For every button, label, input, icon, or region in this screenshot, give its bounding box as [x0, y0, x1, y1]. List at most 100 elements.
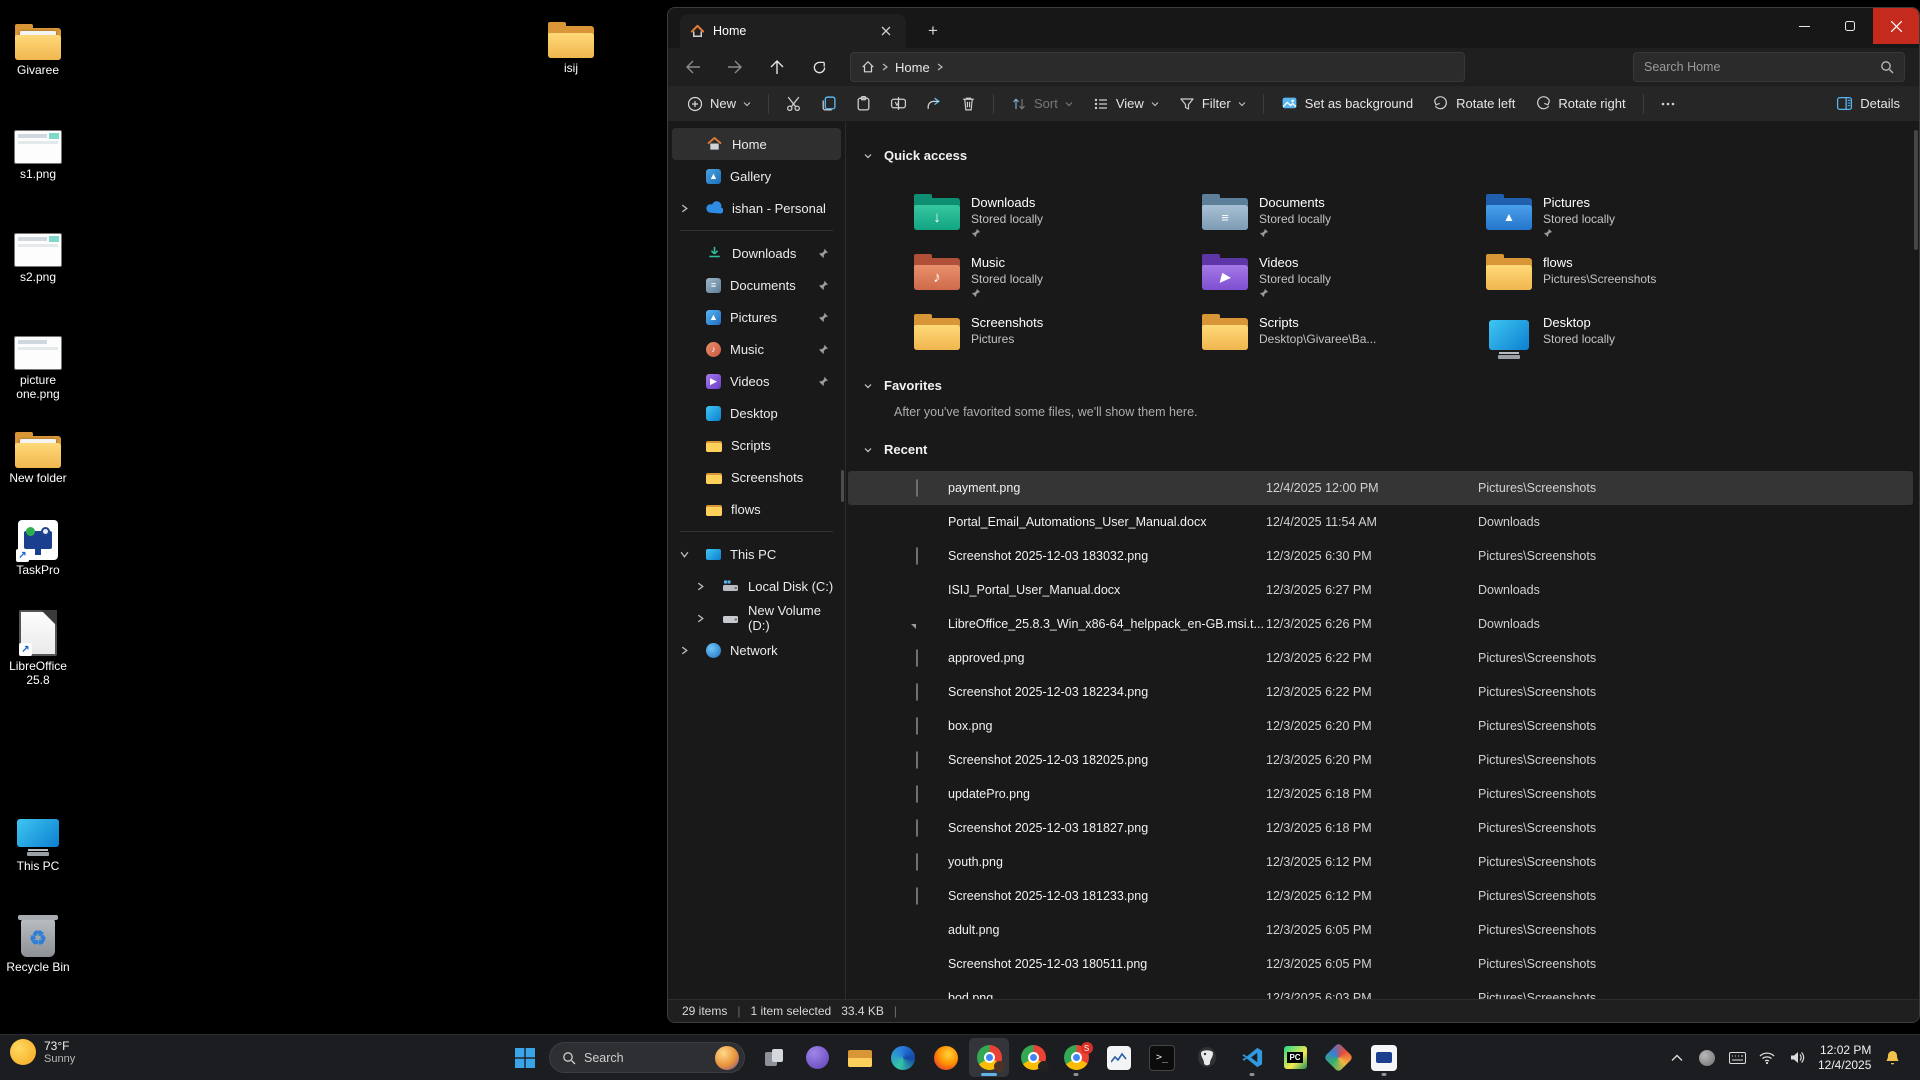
quick-access-card-videos[interactable]: ▶ VideosStored locally [1196, 252, 1468, 304]
desktop-icon-s2[interactable]: s2.png [0, 223, 76, 284]
sidebar-item-onedrive[interactable]: ishan - Personal [672, 192, 841, 224]
taskbar-app-task-manager[interactable] [1099, 1038, 1139, 1077]
file-row[interactable]: youth.png12/3/2025 6:12 PMPictures\Scree… [848, 845, 1913, 879]
maximize-button[interactable] [1827, 8, 1873, 44]
taskbar-app-terminal[interactable]: >_ [1142, 1038, 1182, 1077]
file-row[interactable]: bod.png12/3/2025 6:03 PMPictures\Screens… [848, 981, 1913, 1000]
chevron-down-icon[interactable] [864, 382, 872, 390]
new-tab-button[interactable]: + [920, 18, 946, 44]
file-row[interactable]: updatePro.png12/3/2025 6:18 PMPictures\S… [848, 777, 1913, 811]
rotate-left-button[interactable]: Rotate left [1424, 90, 1524, 118]
sidebar-item-this-pc[interactable]: This PC [672, 538, 841, 570]
file-row[interactable]: Screenshot 2025-12-03 183032.png12/3/202… [848, 539, 1913, 573]
more-options-button[interactable] [1652, 90, 1684, 118]
taskbar-app-chrome-1[interactable] [969, 1038, 1009, 1077]
expand-chevron-icon[interactable] [680, 646, 689, 655]
taskbar-app-file-explorer[interactable] [840, 1038, 880, 1077]
volume-icon[interactable] [1782, 1040, 1812, 1076]
file-row[interactable]: Screenshot 2025-12-03 182025.png12/3/202… [848, 743, 1913, 777]
taskbar-app-vscode[interactable] [1232, 1038, 1272, 1077]
quick-access-card-scripts[interactable]: ScriptsDesktop\Givaree\Ba... [1196, 312, 1468, 364]
details-pane-button[interactable]: Details [1827, 90, 1909, 118]
taskbar-clock[interactable]: 12:02 PM 12/4/2025 [1812, 1043, 1877, 1073]
cut-button[interactable] [777, 90, 810, 118]
sidebar-item-music[interactable]: ♪ Music [672, 333, 841, 365]
desktop-icon-new-folder[interactable]: New folder [0, 424, 76, 485]
sort-button[interactable]: Sort [1002, 90, 1082, 118]
quick-access-card-flows[interactable]: flowsPictures\Screenshots [1480, 252, 1752, 304]
taskbar-search[interactable]: Search [549, 1042, 745, 1073]
desktop-icon-this-pc[interactable]: This PC [0, 812, 76, 873]
notification-bell-icon[interactable] [1877, 1040, 1907, 1076]
desktop-icon-recycle-bin[interactable]: ♻ Recycle Bin [0, 913, 76, 974]
paste-button[interactable] [847, 90, 880, 118]
search-box[interactable]: Search Home [1633, 52, 1905, 82]
taskbar-app-taskpro[interactable] [1364, 1038, 1404, 1077]
quick-access-card-pictures[interactable]: ▲ PicturesStored locally [1480, 192, 1752, 244]
sidebar-item-desktop[interactable]: Desktop [672, 397, 841, 429]
address-breadcrumb[interactable]: Home [850, 52, 1465, 82]
quick-access-card-documents[interactable]: ≡ DocumentsStored locally [1196, 192, 1468, 244]
desktop-icon-picture-one[interactable]: picture one.png [0, 326, 76, 401]
file-row[interactable]: Screenshot 2025-12-03 181827.png12/3/202… [848, 811, 1913, 845]
back-button[interactable] [676, 52, 710, 82]
hidden-icons-chevron[interactable] [1662, 1040, 1692, 1076]
chevron-down-icon[interactable] [864, 152, 872, 160]
close-button[interactable] [1873, 8, 1919, 44]
view-button[interactable]: View [1084, 90, 1168, 118]
taskbar-app-firefox[interactable] [926, 1038, 966, 1077]
quick-access-card-downloads[interactable]: ↓ DownloadsStored locally [908, 192, 1180, 244]
quick-access-card-screenshots[interactable]: ScreenshotsPictures [908, 312, 1180, 364]
breadcrumb-home[interactable]: Home [895, 60, 930, 75]
file-row[interactable]: LibreOffice_25.8.3_Win_x86-64_helppack_e… [848, 607, 1913, 641]
file-row[interactable]: ISIJ_Portal_User_Manual.docx12/3/2025 6:… [848, 573, 1913, 607]
file-row[interactable]: payment.png12/4/2025 12:00 PMPictures\Sc… [848, 471, 1913, 505]
taskbar-app-drawio[interactable] [1318, 1038, 1358, 1077]
touch-keyboard-icon[interactable] [1722, 1040, 1752, 1076]
sidebar-scrollbar[interactable] [841, 470, 844, 502]
section-recent[interactable]: Recent [864, 442, 927, 457]
taskbar-app-pycharm[interactable]: PC [1275, 1038, 1315, 1077]
file-row[interactable]: Screenshot 2025-12-03 180511.png12/3/202… [848, 947, 1913, 981]
sidebar-item-local-disk-c[interactable]: Local Disk (C:) [672, 570, 841, 602]
sidebar-item-network[interactable]: Network [672, 634, 841, 666]
share-button[interactable] [917, 90, 950, 118]
copy-button[interactable] [812, 90, 845, 118]
expand-chevron-icon[interactable] [680, 204, 689, 213]
set-as-background-button[interactable]: Set as background [1272, 90, 1422, 118]
taskbar-app-chrome-3[interactable]: S [1056, 1038, 1096, 1077]
section-favorites[interactable]: Favorites [864, 378, 942, 393]
sidebar-item-gallery[interactable]: ▲ Gallery [672, 160, 841, 192]
sidebar-item-scripts[interactable]: Scripts [672, 429, 841, 461]
start-button[interactable] [505, 1038, 545, 1077]
file-row[interactable]: Screenshot 2025-12-03 182234.png12/3/202… [848, 675, 1913, 709]
wifi-icon[interactable] [1752, 1040, 1782, 1076]
desktop-icon-libreoffice[interactable]: ↗ LibreOffice 25.8 [0, 612, 76, 687]
desktop-icon-isij[interactable]: isij [533, 14, 609, 75]
forward-button[interactable] [718, 52, 752, 82]
sidebar-item-videos[interactable]: ▶ Videos [672, 365, 841, 397]
taskbar-app-edge[interactable] [883, 1038, 923, 1077]
filter-button[interactable]: Filter [1170, 90, 1255, 118]
minimize-button[interactable] [1781, 8, 1827, 44]
chevron-down-icon[interactable] [864, 446, 872, 454]
collapse-chevron-icon[interactable] [680, 550, 689, 559]
taskbar-app-loop[interactable] [797, 1038, 837, 1077]
file-row[interactable]: approved.png12/3/2025 6:22 PMPictures\Sc… [848, 641, 1913, 675]
sidebar-item-screenshots[interactable]: Screenshots [672, 461, 841, 493]
file-row[interactable]: Screenshot 2025-12-03 181233.png12/3/202… [848, 879, 1913, 913]
tab-close-icon[interactable] [876, 21, 896, 41]
up-button[interactable] [760, 52, 794, 82]
weather-widget[interactable]: 73°F Sunny [10, 1039, 75, 1065]
file-row[interactable]: adult.png12/3/2025 6:05 PMPictures\Scree… [848, 913, 1913, 947]
desktop-icon-givaree[interactable]: Givaree [0, 16, 76, 77]
expand-chevron-icon[interactable] [696, 614, 705, 623]
file-row[interactable]: box.png12/3/2025 6:20 PMPictures\Screens… [848, 709, 1913, 743]
onedrive-icon[interactable] [1692, 1040, 1722, 1076]
sidebar-item-downloads[interactable]: Downloads [672, 237, 841, 269]
desktop-icon-taskpro[interactable]: ↗ TaskPro [0, 516, 76, 577]
taskbar-app-chrome-2[interactable] [1013, 1038, 1053, 1077]
rotate-right-button[interactable]: Rotate right [1526, 90, 1634, 118]
quick-access-card-music[interactable]: ♪ MusicStored locally [908, 252, 1180, 304]
sidebar-item-documents[interactable]: ≡ Documents [672, 269, 841, 301]
